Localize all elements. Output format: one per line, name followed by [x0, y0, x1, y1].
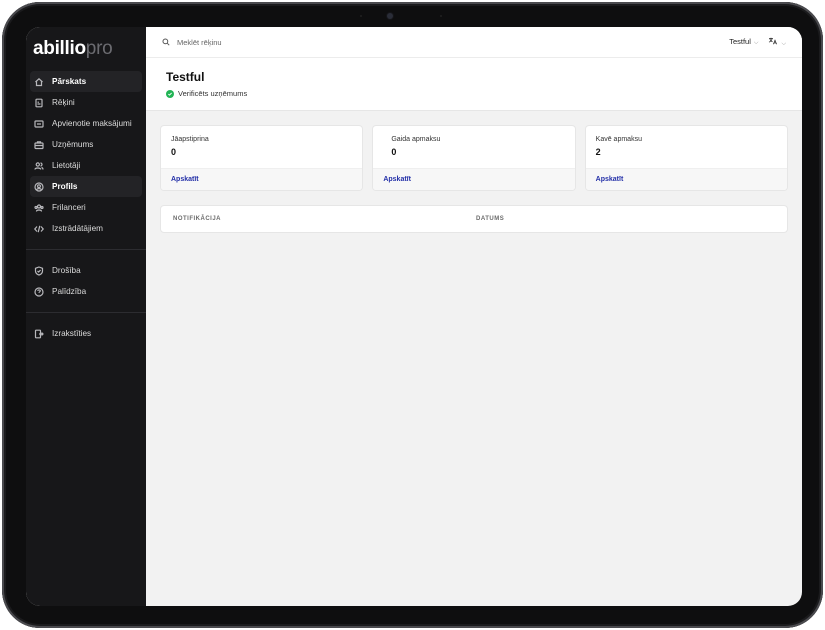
sidebar-item-help[interactable]: Palīdzība [30, 281, 142, 302]
tablet-frame: abillio pro Pārskats Rēķini Apvienotie ma… [2, 2, 823, 628]
notifications-table-header: NOTIFIKĀCIJA DATUMS [160, 205, 788, 233]
page-title: Testful [166, 70, 205, 84]
summary-card-overdue: Kavē apmaksu 2 Apskatīt [584, 125, 788, 191]
sidebar-item-company[interactable]: Uzņēmums [30, 134, 142, 155]
translate-icon [769, 37, 778, 44]
briefcase-icon [34, 140, 44, 150]
profile-icon [34, 181, 44, 192]
front-camera [387, 13, 393, 19]
page-header: Testful Verificēts uzņēmums [146, 58, 802, 111]
view-link[interactable]: Apskatīt [161, 168, 363, 190]
home-icon [34, 77, 44, 87]
card-label: Kavē apmaksu [595, 136, 642, 143]
language-selector[interactable]: ⌵ [768, 37, 786, 48]
sidebar-item-freelancers[interactable]: Frilanceri [30, 197, 142, 218]
card-value: 0 [391, 147, 397, 157]
card-value: 2 [595, 147, 601, 157]
sidebar-secondary-nav: Drošība Palīdzība [26, 260, 146, 302]
card-label: Jāapstiprina [171, 136, 209, 143]
company-selector[interactable]: Testful ⌵ [729, 37, 758, 47]
card-value: 0 [171, 147, 177, 157]
verified-badge: Verificēts uzņēmums [166, 89, 782, 98]
view-link[interactable]: Apskatīt [585, 168, 787, 190]
users-icon [34, 161, 44, 171]
search-input[interactable] [177, 37, 377, 47]
main-area: Testful⌵ ⌵ Testful Verificēts uzņēmums J… [146, 27, 802, 606]
code-icon [34, 224, 44, 234]
logout-button[interactable]: Izrakstīties [30, 323, 142, 344]
combined-payments-icon [34, 119, 44, 129]
screen: abillio pro Pārskats Rēķini Apvienotie ma… [26, 27, 802, 606]
topbar-controls: Testful ⌵ ⌵ [729, 37, 786, 48]
check-circle-icon [166, 89, 174, 98]
help-icon [34, 286, 44, 297]
dashboard-content: Jāapstiprina 0 Apskatīt Gaida apmaksu 0 … [146, 111, 802, 247]
sidebar-nav: Pārskats Rēķini Apvienotie maksājumi Uzņ… [26, 71, 146, 239]
search-icon [162, 38, 170, 46]
summary-card-pending-approval: Jāapstiprina 0 Apskatīt [160, 125, 364, 191]
sidebar-divider [26, 312, 146, 313]
sensor-dot [440, 15, 442, 17]
sidebar-item-invoices[interactable]: Rēķini [30, 92, 142, 113]
view-link[interactable]: Apskatīt [373, 168, 575, 190]
sidebar-item-combined-payments[interactable]: Apvienotie maksājumi [30, 113, 142, 134]
app-logo[interactable]: abillio pro [26, 27, 146, 71]
shield-icon [34, 265, 44, 276]
chevron-down-icon: ⌵ [781, 40, 786, 47]
summary-cards: Jāapstiprina 0 Apskatīt Gaida apmaksu 0 … [160, 125, 788, 191]
freelancers-icon [34, 203, 44, 213]
sidebar-item-developers[interactable]: Izstrādātājiem [30, 218, 142, 239]
logout-icon [34, 329, 44, 339]
summary-card-awaiting-payment: Gaida apmaksu 0 Apskatīt [372, 125, 576, 191]
sidebar-logout-nav: Izrakstīties [26, 323, 146, 344]
column-header-date: DATUMS [476, 216, 505, 222]
card-label: Gaida apmaksu [391, 136, 441, 143]
sidebar-item-profile[interactable]: Profils [30, 176, 142, 197]
invoice-icon [34, 98, 44, 108]
sidebar-item-overview[interactable]: Pārskats [30, 71, 142, 92]
sidebar-divider [26, 249, 146, 250]
column-header-notification: NOTIFIKĀCIJA [173, 216, 221, 222]
sensor-dot [360, 15, 362, 17]
sidebar-item-users[interactable]: Lietotāji [30, 155, 142, 176]
sidebar: abillio pro Pārskats Rēķini Apvienotie ma… [26, 27, 146, 606]
topbar: Testful⌵ ⌵ [146, 27, 802, 58]
chevron-down-icon: ⌵ [753, 40, 759, 46]
sidebar-item-security[interactable]: Drošība [30, 260, 142, 281]
